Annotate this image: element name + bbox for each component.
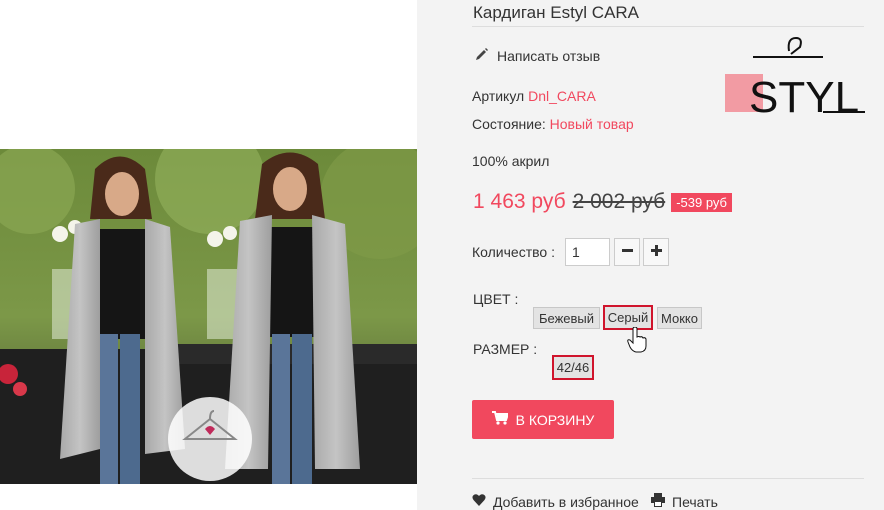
divider — [472, 26, 864, 27]
write-review-link[interactable]: Написать отзыв — [475, 47, 600, 64]
plus-icon — [650, 243, 662, 261]
sku-row: Артикул Dnl_CARA — [472, 88, 596, 104]
hand-cursor-icon — [627, 326, 647, 353]
product-photo[interactable] — [0, 149, 417, 484]
material-text: 100% акрил — [472, 153, 550, 169]
cart-icon — [491, 411, 510, 428]
size-option-42-46[interactable]: 42/46 — [552, 355, 594, 380]
brand-logo: STYL — [723, 36, 865, 122]
add-to-cart-label: В КОРЗИНУ — [515, 411, 595, 428]
quantity-label: Количество : — [472, 244, 555, 260]
discount-badge: -539 руб — [671, 192, 732, 212]
add-to-wishlist-link[interactable]: Добавить в избранное — [472, 493, 639, 510]
print-label: Печать — [672, 493, 718, 510]
print-link[interactable]: Печать — [651, 493, 718, 510]
product-title: Кардиган Estyl CARA — [473, 3, 640, 22]
minus-icon — [621, 243, 633, 261]
sku-label: Артикул — [472, 88, 525, 104]
quantity-input[interactable]: 1 — [565, 238, 610, 266]
size-label: РАЗМЕР : — [473, 341, 538, 357]
quantity-decrease-button[interactable] — [614, 238, 640, 266]
color-option-mocha[interactable]: Мокко — [657, 307, 702, 329]
quantity-increase-button[interactable] — [643, 238, 669, 266]
wishlist-label: Добавить в избранное — [493, 493, 639, 510]
condition-row: Состояние: Новый товар — [472, 116, 634, 132]
condition-value: Новый товар — [549, 116, 634, 132]
sku-value: Dnl_CARA — [528, 88, 596, 104]
condition-label: Состояние: — [472, 116, 546, 132]
pencil-icon — [475, 47, 489, 64]
product-info-column: Кардиган Estyl CARA Написать отзыв STYL … — [417, 0, 884, 510]
divider — [472, 478, 864, 479]
product-image-column — [0, 0, 417, 510]
add-to-cart-button[interactable]: В КОРЗИНУ — [472, 400, 614, 439]
price-row: 1 463 руб 2 002 руб -539 руб — [473, 190, 732, 214]
old-price: 2 002 руб — [572, 190, 666, 213]
printer-icon — [651, 493, 665, 510]
heart-icon — [472, 493, 486, 510]
color-option-beige[interactable]: Бежевый — [533, 307, 600, 329]
current-price: 1 463 руб — [473, 190, 566, 213]
write-review-label: Написать отзыв — [497, 47, 601, 64]
color-label: ЦВЕТ : — [473, 291, 519, 307]
